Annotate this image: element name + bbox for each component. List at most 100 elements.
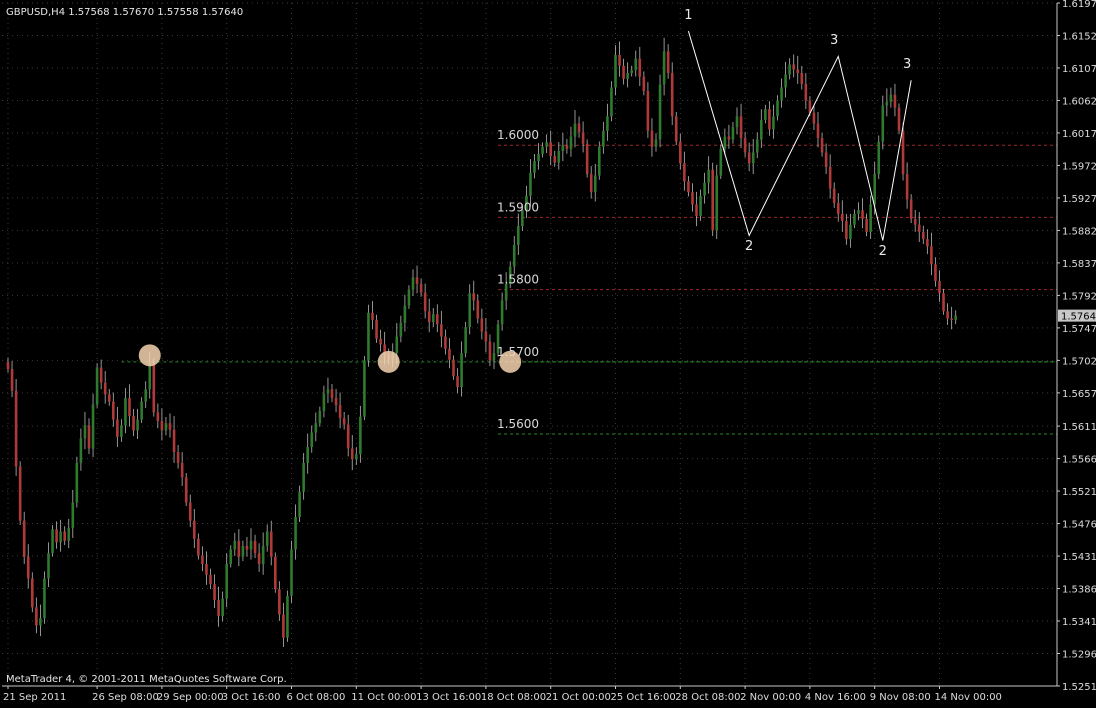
candle-body xyxy=(772,116,775,130)
price-chart[interactable]: 1.6000 1.5900 1.5800 1.5700 1.5600 1 2 3 2 3 1.619… xyxy=(0,0,1096,704)
candle-body xyxy=(274,556,277,590)
price-tick-label: 1.57020 xyxy=(1062,356,1096,367)
candle-body xyxy=(849,224,852,240)
candle-body xyxy=(371,312,374,320)
price-tick-label: 1.58370 xyxy=(1062,259,1096,270)
candle-body xyxy=(500,300,504,325)
price-tick-label: 1.59720 xyxy=(1062,161,1096,172)
candle-body xyxy=(606,116,609,131)
candle-body xyxy=(103,382,107,395)
candle-body xyxy=(812,112,816,124)
candle-body xyxy=(314,423,318,433)
candle-body xyxy=(43,578,46,619)
candle-body xyxy=(112,401,115,420)
candle-body xyxy=(881,105,885,142)
price-tick-label: 1.56110 xyxy=(1062,422,1096,433)
time-tick-label: 13 Oct 16:00 xyxy=(416,692,481,703)
candle-body xyxy=(816,123,820,139)
candle-body xyxy=(626,73,629,79)
candle-body xyxy=(456,376,459,388)
time-tick-label: 29 Sep 00:00 xyxy=(157,692,224,703)
candle-body xyxy=(172,429,176,453)
candle-body xyxy=(257,553,261,564)
candle-body xyxy=(87,425,91,449)
candle-body xyxy=(776,100,779,117)
candle-body xyxy=(431,314,435,323)
candle-body xyxy=(569,136,573,149)
candle-body xyxy=(140,401,143,420)
candle-body xyxy=(99,367,103,383)
candle-body xyxy=(492,353,496,361)
candle-body xyxy=(650,130,654,147)
candle-body xyxy=(342,418,346,425)
candle-body xyxy=(278,589,281,615)
price-tick-label: 1.60170 xyxy=(1062,129,1096,140)
candle-body xyxy=(241,545,245,557)
candle-body xyxy=(695,204,698,216)
candle-body xyxy=(444,336,447,349)
candle-body xyxy=(10,369,14,391)
candle-body xyxy=(346,424,350,449)
price-tick-label: 1.57470 xyxy=(1062,324,1096,335)
touch-marker-2 xyxy=(377,350,400,373)
candle-body xyxy=(512,244,516,267)
candle-body xyxy=(265,531,269,546)
candle-body xyxy=(824,152,828,167)
candle-body xyxy=(557,151,561,163)
candle-body xyxy=(942,293,945,312)
candle-body xyxy=(427,311,431,323)
candle-body xyxy=(464,327,467,354)
candle-body xyxy=(820,138,824,153)
candle-body xyxy=(553,156,557,163)
candle-body xyxy=(452,359,455,377)
candle-body xyxy=(845,221,848,240)
price-tick-label: 1.58820 xyxy=(1062,226,1096,237)
candle-body xyxy=(869,204,872,232)
candle-body xyxy=(338,405,342,419)
pattern-label: 2 xyxy=(745,239,753,254)
candle-body xyxy=(598,146,601,176)
candle-body xyxy=(269,531,273,557)
candle-body xyxy=(658,84,662,140)
candle-body xyxy=(897,107,901,131)
candle-body xyxy=(79,438,83,463)
candle-body xyxy=(197,538,200,556)
candle-body xyxy=(75,462,79,503)
price-tick-label: 1.54310 xyxy=(1062,552,1096,563)
candle-body xyxy=(221,598,224,616)
candle-body xyxy=(6,361,10,370)
candle-body xyxy=(715,175,719,231)
candle-body xyxy=(136,419,139,431)
candle-body xyxy=(735,116,739,128)
candle-body xyxy=(788,64,791,75)
candle-body xyxy=(326,389,330,394)
time-tick-label: 21 Oct 00:00 xyxy=(546,692,611,703)
candle-body xyxy=(14,390,18,467)
candle-body xyxy=(573,123,577,137)
candle-body xyxy=(719,148,723,176)
candle-body xyxy=(666,51,670,74)
time-tick-label: 18 Oct 08:00 xyxy=(481,692,546,703)
candle-body xyxy=(472,293,476,301)
candle-body xyxy=(298,491,301,518)
candle-body xyxy=(614,54,617,88)
candle-body xyxy=(132,415,135,431)
candle-body xyxy=(853,213,856,225)
candle-body xyxy=(638,58,642,77)
candle-body xyxy=(755,139,759,153)
time-tick-label: 2 Nov 00:00 xyxy=(740,692,801,703)
candle-body xyxy=(282,614,285,638)
price-tick-label: 1.61070 xyxy=(1062,64,1096,75)
candle-body xyxy=(55,529,58,543)
candle-body xyxy=(784,74,787,88)
candle-body xyxy=(905,174,909,200)
candle-body xyxy=(403,305,407,323)
candle-body xyxy=(419,283,423,293)
pattern-label: 1 xyxy=(684,8,692,23)
candle-body xyxy=(707,169,710,183)
candle-body xyxy=(683,163,686,182)
price-tick-label: 1.59270 xyxy=(1062,194,1096,205)
candle-body xyxy=(699,195,702,216)
candle-body xyxy=(334,397,338,406)
candle-body xyxy=(800,73,804,84)
